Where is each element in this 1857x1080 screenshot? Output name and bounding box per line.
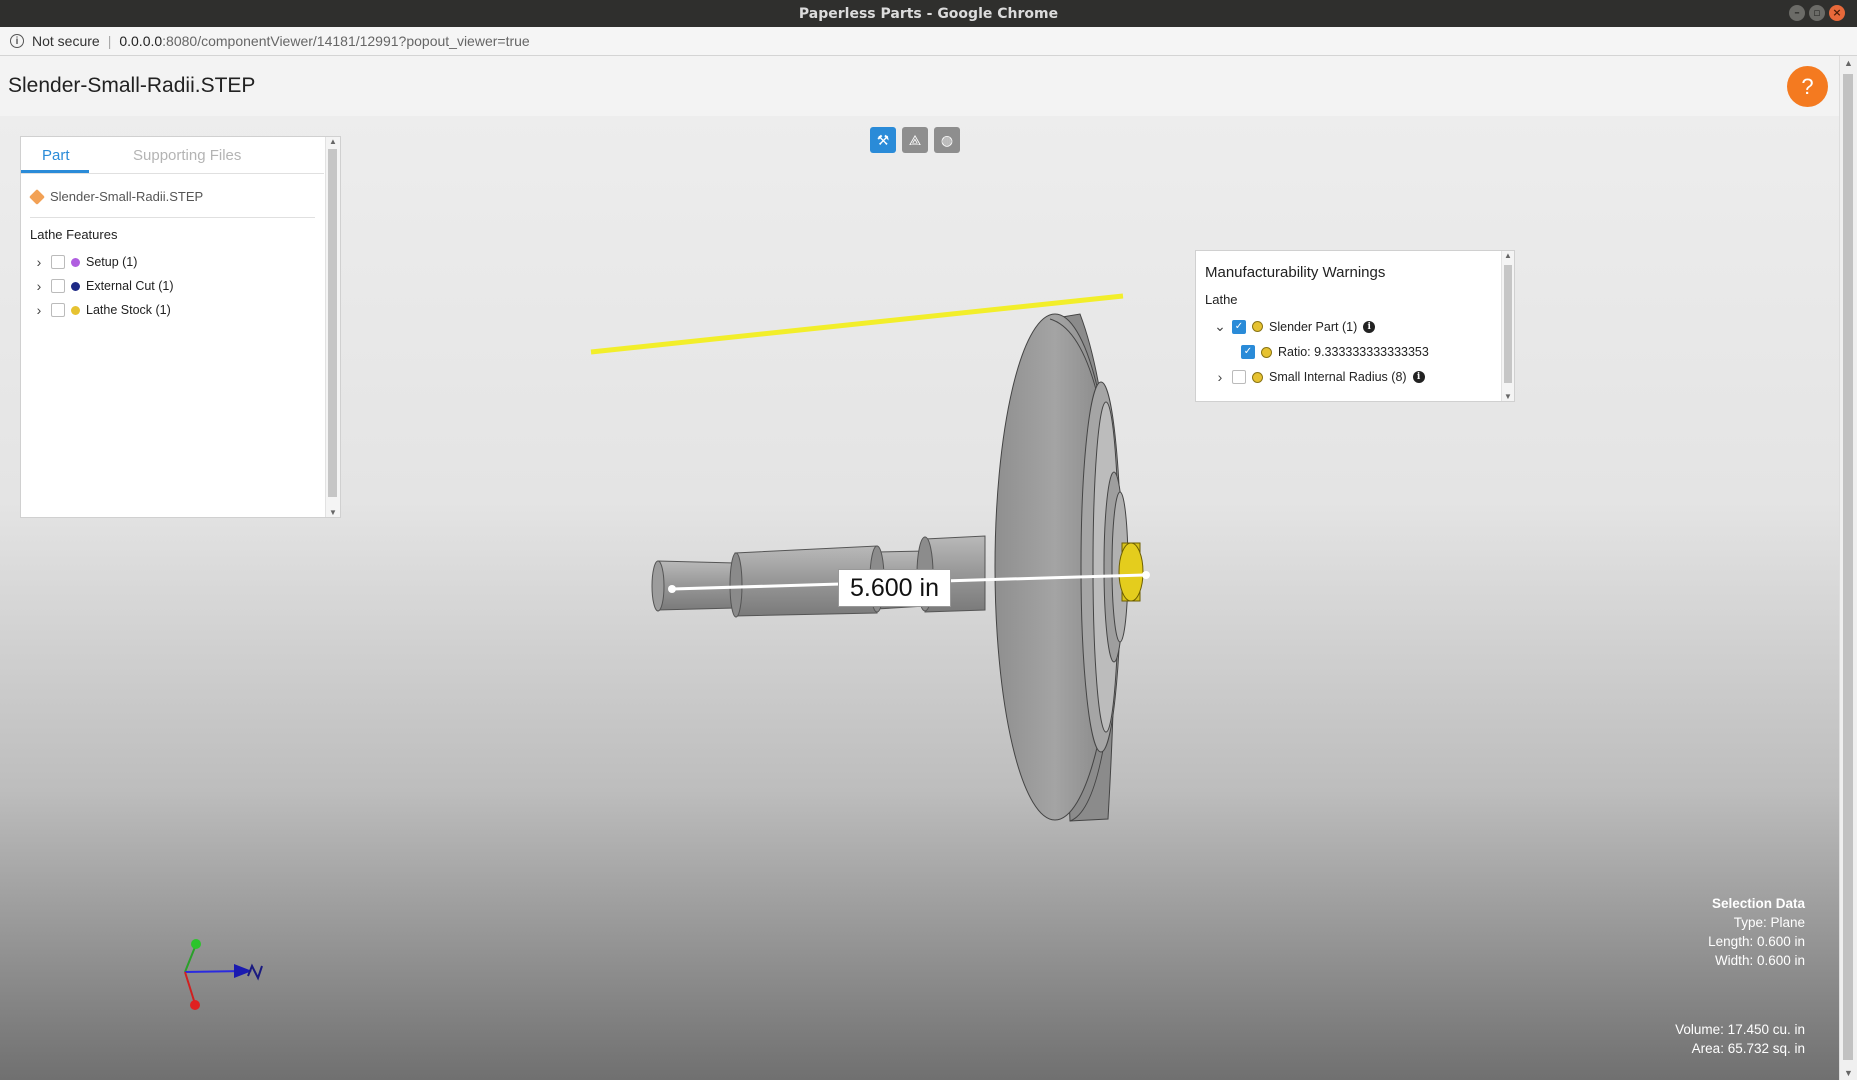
feature-panel-scrollbar[interactable]: ▲ ▼: [325, 137, 340, 517]
feature-checkbox[interactable]: [51, 279, 65, 293]
info-icon[interactable]: i: [10, 34, 24, 48]
feature-checkbox[interactable]: [51, 303, 65, 317]
feature-label: External Cut (1): [86, 279, 174, 293]
selection-data: Selection Data Type: Plane Length: 0.600…: [1708, 894, 1805, 970]
active-tab-indicator: [21, 170, 89, 173]
chevron-right-icon[interactable]: ›: [1214, 369, 1226, 385]
tab-part[interactable]: Part: [42, 147, 70, 164]
color-dot-icon: [1252, 371, 1263, 383]
lathe-features-heading: Lathe Features: [30, 227, 118, 242]
warning-ratio[interactable]: ✓ Ratio: 9.333333333333353: [1241, 345, 1429, 359]
scroll-down-arrow[interactable]: ▼: [329, 508, 337, 517]
selection-type: Type: Plane: [1733, 915, 1805, 930]
measurement-label: 5.600 in: [838, 569, 951, 607]
color-dot-icon: [71, 281, 80, 291]
page-scrollbar[interactable]: ▲ ▼: [1839, 56, 1857, 1080]
warning-label: Ratio: 9.333333333333353: [1278, 345, 1429, 359]
window-titlebar: Paperless Parts - Google Chrome – ▫ ×: [0, 0, 1857, 27]
address-separator: |: [107, 33, 112, 49]
chevron-right-icon[interactable]: ›: [33, 302, 45, 318]
feature-setup[interactable]: › Setup (1): [33, 254, 138, 270]
color-dot-icon: [1252, 321, 1263, 332]
selection-length: Length: 0.600 in: [1708, 934, 1805, 949]
scroll-down-arrow[interactable]: ▼: [1504, 392, 1512, 401]
maximize-button[interactable]: ▫: [1809, 5, 1825, 21]
part-volume-area: Volume: 17.450 cu. in Area: 65.732 sq. i…: [1675, 1020, 1805, 1058]
scroll-thumb[interactable]: [1843, 74, 1853, 1060]
scroll-thumb[interactable]: [1504, 265, 1512, 383]
feature-external-cut[interactable]: › External Cut (1): [33, 278, 174, 294]
scroll-thumb[interactable]: [328, 149, 337, 497]
color-dot-icon: [71, 257, 80, 267]
part-volume: Volume: 17.450 cu. in: [1675, 1022, 1805, 1037]
color-dot-icon: [1261, 346, 1272, 358]
url-host[interactable]: 0.0.0.0: [119, 33, 162, 49]
part-area: Area: 65.732 sq. in: [1691, 1041, 1805, 1056]
url-path[interactable]: :8080/componentViewer/14181/12991?popout…: [162, 33, 530, 49]
selection-title: Selection Data: [1711, 896, 1805, 911]
feature-lathe-stock[interactable]: › Lathe Stock (1): [33, 302, 171, 318]
axis-triad: [184, 939, 263, 1010]
warning-checkbox[interactable]: ✓: [1232, 319, 1246, 334]
info-icon[interactable]: i: [1412, 371, 1425, 383]
feature-panel: Part Supporting Files Slender-Small-Radi…: [20, 136, 341, 518]
view-toolbar: ⚒ ⟁ ◍: [870, 127, 960, 153]
security-label[interactable]: Not secure: [32, 33, 100, 49]
scroll-up-arrow[interactable]: ▲: [1504, 251, 1512, 260]
address-bar[interactable]: i Not secure | 0.0.0.0:8080/componentVie…: [0, 27, 1857, 56]
warning-checkbox[interactable]: ✓: [1241, 345, 1255, 359]
chevron-right-icon[interactable]: ›: [33, 254, 45, 270]
chevron-right-icon[interactable]: ›: [33, 278, 45, 294]
measure-icon[interactable]: ⟁: [902, 127, 928, 153]
feature-label: Setup (1): [86, 255, 138, 269]
part-file-name: Slender-Small-Radii.STEP: [50, 189, 204, 204]
warning-slender-part[interactable]: ⌄ ✓ Slender Part (1) i: [1214, 318, 1376, 335]
part-file-row[interactable]: Slender-Small-Radii.STEP: [29, 188, 204, 205]
feature-label: Lathe Stock (1): [86, 303, 171, 317]
tab-supporting-files[interactable]: Supporting Files: [133, 147, 241, 164]
page-header: Slender-Small-Radii.STEP ?: [0, 56, 1840, 116]
scroll-up-arrow[interactable]: ▲: [1844, 58, 1853, 68]
window-controls: – ▫ ×: [1789, 5, 1845, 21]
page-title: Slender-Small-Radii.STEP: [8, 74, 256, 97]
info-icon[interactable]: i: [1363, 320, 1376, 333]
warnings-group-lathe: Lathe: [1205, 292, 1238, 307]
warning-checkbox[interactable]: [1232, 370, 1246, 384]
globe-icon[interactable]: ◍: [934, 127, 960, 153]
divider: [30, 217, 315, 218]
warning-small-internal-radius[interactable]: › Small Internal Radius (8) i: [1214, 369, 1425, 385]
measure-point-end[interactable]: [1142, 571, 1150, 579]
cube-icon: [29, 188, 45, 205]
measure-point-start[interactable]: [668, 585, 676, 593]
color-dot-icon: [71, 305, 80, 315]
flange[interactable]: [994, 313, 1144, 822]
window-title: Paperless Parts - Google Chrome: [798, 5, 1059, 22]
warnings-scrollbar[interactable]: ▲ ▼: [1501, 251, 1514, 401]
warning-label: Small Internal Radius (8): [1269, 370, 1407, 384]
scroll-down-arrow[interactable]: ▼: [1844, 1068, 1853, 1078]
warnings-title: Manufacturability Warnings: [1205, 264, 1386, 281]
warning-label: Slender Part (1): [1269, 319, 1358, 334]
scroll-up-arrow[interactable]: ▲: [329, 137, 337, 146]
selection-width: Width: 0.600 in: [1714, 953, 1805, 968]
panel-tabs: Part Supporting Files: [21, 137, 324, 174]
pick-icon[interactable]: ⚒: [870, 127, 896, 153]
chevron-down-icon[interactable]: ⌄: [1214, 318, 1226, 335]
manufacturability-warnings-panel: Manufacturability Warnings Lathe ⌄ ✓ Sle…: [1195, 250, 1515, 402]
minimize-button[interactable]: –: [1789, 5, 1805, 21]
close-button[interactable]: ×: [1829, 5, 1845, 21]
help-button[interactable]: ?: [1787, 66, 1828, 107]
feature-checkbox[interactable]: [51, 255, 65, 269]
